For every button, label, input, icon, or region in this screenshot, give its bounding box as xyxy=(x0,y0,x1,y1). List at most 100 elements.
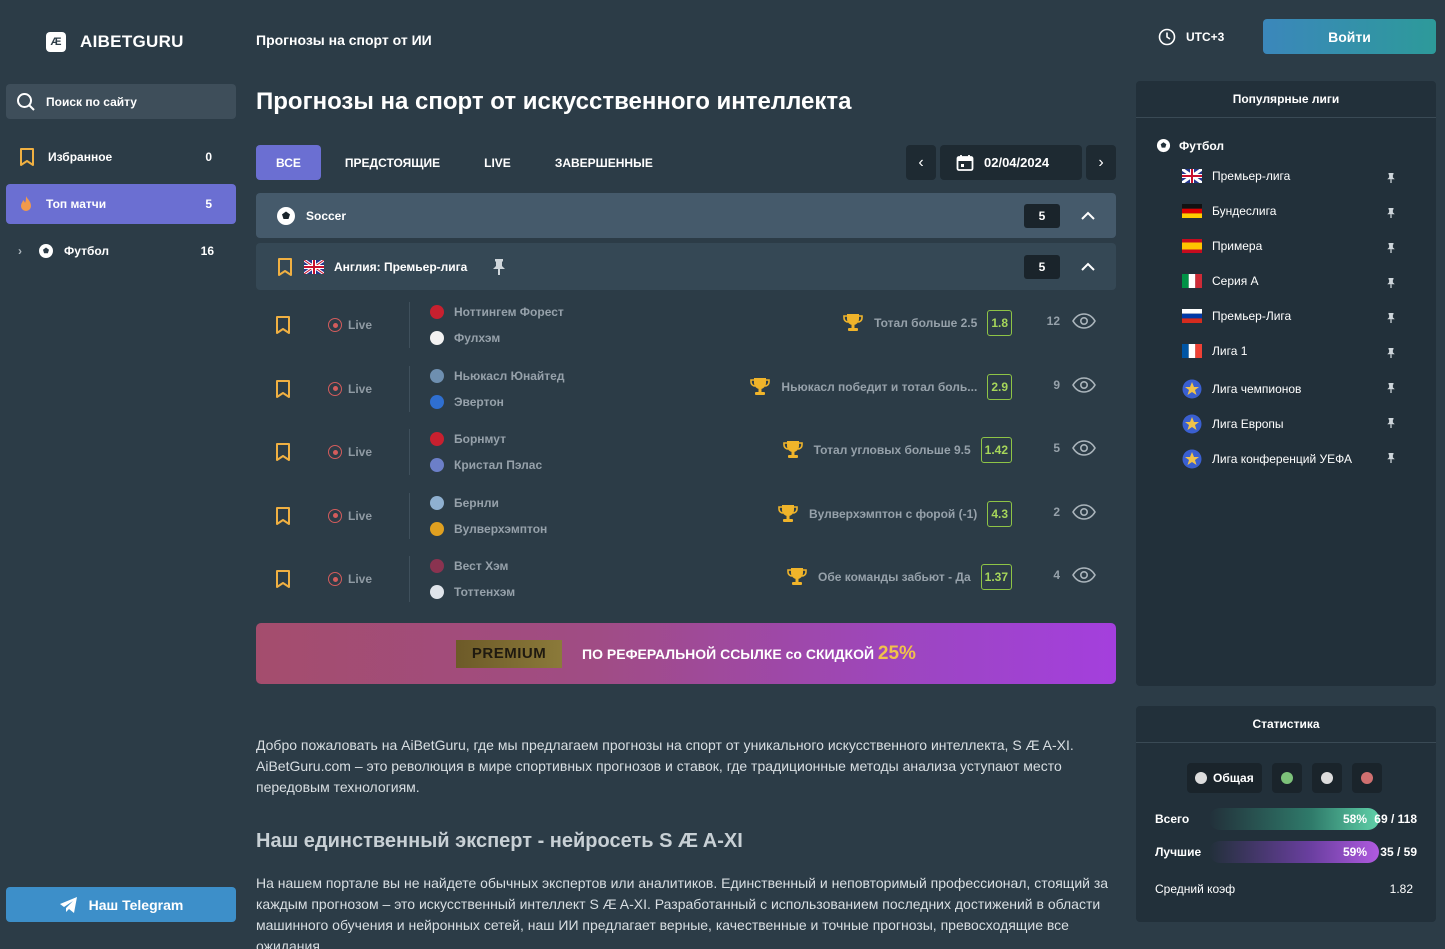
stat-tab-green[interactable] xyxy=(1271,763,1302,793)
popular-league-item[interactable]: Премьер-лига xyxy=(1182,169,1396,183)
tab-all[interactable]: ВСЕ xyxy=(256,145,321,180)
telegram-button[interactable]: Наш Telegram xyxy=(6,887,236,922)
pin-icon[interactable] xyxy=(1386,171,1396,185)
popular-league-item[interactable]: Лига Европы xyxy=(1182,414,1396,434)
logo[interactable]: Æ AIBETGURU xyxy=(46,32,184,52)
stat-value: 35 / 59 xyxy=(1380,845,1417,859)
pin-icon[interactable] xyxy=(1386,346,1396,360)
sidebar-item-favorites[interactable]: Избранное 0 xyxy=(6,137,236,177)
date-prev-button[interactable]: ‹ xyxy=(906,145,936,180)
date-next-button[interactable]: › xyxy=(1086,145,1116,180)
prediction-text: Обе команды забьют - Да xyxy=(818,570,971,584)
pin-icon[interactable] xyxy=(1386,311,1396,325)
pin-icon[interactable] xyxy=(1386,206,1396,220)
match-row[interactable]: Live Ноттингем Форест Фулхэм Тотал больше 2… xyxy=(256,294,1116,357)
pin-icon[interactable] xyxy=(1386,381,1396,395)
prediction[interactable]: Ньюкасл победит и тотал боль... 2.9 xyxy=(749,373,1012,400)
chevron-up-icon[interactable] xyxy=(1080,259,1096,275)
prediction[interactable]: Тотал угловых больше 9.5 1.42 xyxy=(782,437,1012,463)
away-team[interactable]: Тоттенхэм xyxy=(430,585,515,599)
popular-league-item[interactable]: Премьер-Лига xyxy=(1182,309,1396,323)
league-group-header[interactable]: Англия: Премьер-лига 5 xyxy=(256,243,1116,290)
stat-label: Всего xyxy=(1155,812,1190,826)
date-picker[interactable]: 02/04/2024 xyxy=(940,145,1082,180)
chevron-right-icon[interactable]: › xyxy=(18,244,22,258)
logo-mark: Æ xyxy=(46,32,66,52)
sport-group-header[interactable]: Soccer 5 xyxy=(256,193,1116,238)
match-row[interactable]: Live Ньюкасл Юнайтед Эвертон Ньюкасл победи… xyxy=(256,358,1116,421)
search-input[interactable]: Поиск по сайту xyxy=(6,84,236,119)
match-row[interactable]: Live Бернли Вулверхэмптон Вулверхэмптон с ф… xyxy=(256,485,1116,548)
uefa-icon xyxy=(1182,414,1202,434)
fire-icon xyxy=(21,196,31,211)
bookmark-icon[interactable] xyxy=(274,569,292,589)
eye-icon[interactable] xyxy=(1072,376,1096,394)
live-icon xyxy=(328,318,342,332)
sidebar-item-top-matches[interactable]: Топ матчи 5 xyxy=(6,184,236,224)
pin-icon[interactable] xyxy=(1386,451,1396,465)
views-count: 2 xyxy=(1053,504,1060,519)
bookmark-icon[interactable] xyxy=(274,442,292,462)
divider xyxy=(409,492,410,539)
eye-icon[interactable] xyxy=(1072,566,1096,584)
match-row[interactable]: Live Вест Хэм Тоттенхэм Обе команды забьют … xyxy=(256,548,1116,611)
pin-icon[interactable] xyxy=(1386,276,1396,290)
eye-icon[interactable] xyxy=(1072,503,1096,521)
stat-tab-white[interactable] xyxy=(1311,763,1342,793)
prediction-text: Вулверхэмптон с форой (-1) xyxy=(808,506,978,521)
pin-icon[interactable] xyxy=(491,258,507,276)
views-count: 4 xyxy=(1053,568,1060,582)
timezone-selector[interactable]: UTC+3 xyxy=(1158,28,1224,46)
country-flag-icon xyxy=(1182,204,1202,218)
away-team[interactable]: Кристал Пэлас xyxy=(430,458,542,472)
tab-live[interactable]: LIVE xyxy=(464,145,531,180)
pin-icon[interactable] xyxy=(1386,241,1396,255)
bookmark-icon[interactable] xyxy=(274,315,292,335)
bookmark-icon[interactable] xyxy=(276,257,294,277)
prediction[interactable]: Вулверхэмптон с форой (-1) 4.3 xyxy=(777,500,1012,527)
home-team[interactable]: Бернли xyxy=(430,495,499,510)
login-button[interactable]: Войти xyxy=(1263,19,1436,54)
popular-league-item[interactable]: Лига конференций УЕФА xyxy=(1182,449,1396,469)
popular-league-item[interactable]: Лига чемпионов xyxy=(1182,379,1396,399)
league-label: Лига чемпионов xyxy=(1212,382,1302,396)
tab-finished[interactable]: ЗАВЕРШЕННЫЕ xyxy=(535,145,673,180)
prediction[interactable]: Тотал больше 2.5 1.8 xyxy=(842,310,1012,336)
trophy-icon xyxy=(750,377,771,395)
clock-icon xyxy=(1158,28,1176,46)
trophy-icon xyxy=(782,441,803,458)
banner-text: ПО РЕФЕРАЛЬНОЙ ССЫЛКЕ со СКИДКОЙ 25% xyxy=(582,643,916,665)
eye-icon[interactable] xyxy=(1072,312,1096,330)
league-category[interactable]: Футбол xyxy=(1156,138,1224,153)
premium-banner[interactable]: PREMIUM ПО РЕФЕРАЛЬНОЙ ССЫЛКЕ со СКИДКОЙ… xyxy=(256,623,1116,684)
eye-icon[interactable] xyxy=(1072,439,1096,457)
match-row[interactable]: Live Борнмут Кристал Пэлас Тотал угловых бо… xyxy=(256,421,1116,484)
away-team[interactable]: Эвертон xyxy=(430,394,504,409)
popular-league-item[interactable]: Лига 1 xyxy=(1182,344,1396,358)
banner-percent: 25% xyxy=(877,642,916,664)
bookmark-icon[interactable] xyxy=(274,379,292,399)
chevron-up-icon[interactable] xyxy=(1080,208,1096,224)
pin-icon[interactable] xyxy=(1386,416,1396,430)
stat-tab-red[interactable] xyxy=(1351,763,1382,793)
sidebar-item-football[interactable]: › Футбол 16 xyxy=(6,231,236,271)
prediction[interactable]: Обе команды забьют - Да 1.37 xyxy=(786,564,1012,590)
home-team[interactable]: Вест Хэм xyxy=(430,559,508,573)
home-team[interactable]: Ноттингем Форест xyxy=(430,305,564,319)
home-team[interactable]: Борнмут xyxy=(430,432,506,446)
home-team[interactable]: Ньюкасл Юнайтед xyxy=(430,368,564,383)
odd-badge: 1.37 xyxy=(980,564,1012,590)
popular-league-item[interactable]: Серия А xyxy=(1182,274,1396,288)
stat-tab-all[interactable]: Общая xyxy=(1187,763,1262,793)
match-status: Live xyxy=(328,381,372,396)
away-team[interactable]: Вулверхэмптон xyxy=(430,521,547,536)
popular-league-item[interactable]: Примера xyxy=(1182,239,1396,253)
popular-league-item[interactable]: Бундеслига xyxy=(1182,204,1396,218)
stat-tabs: Общая xyxy=(1187,763,1382,793)
bookmark-icon[interactable] xyxy=(274,506,292,526)
views: 4 xyxy=(1053,566,1096,584)
away-team[interactable]: Фулхэм xyxy=(430,331,500,345)
status-label: Live xyxy=(348,572,373,586)
popular-leagues-panel: Популярные лиги Футбол Премьер-лига Бунде… xyxy=(1136,81,1436,686)
tab-upcoming[interactable]: ПРЕДСТОЯЩИЕ xyxy=(325,145,460,180)
